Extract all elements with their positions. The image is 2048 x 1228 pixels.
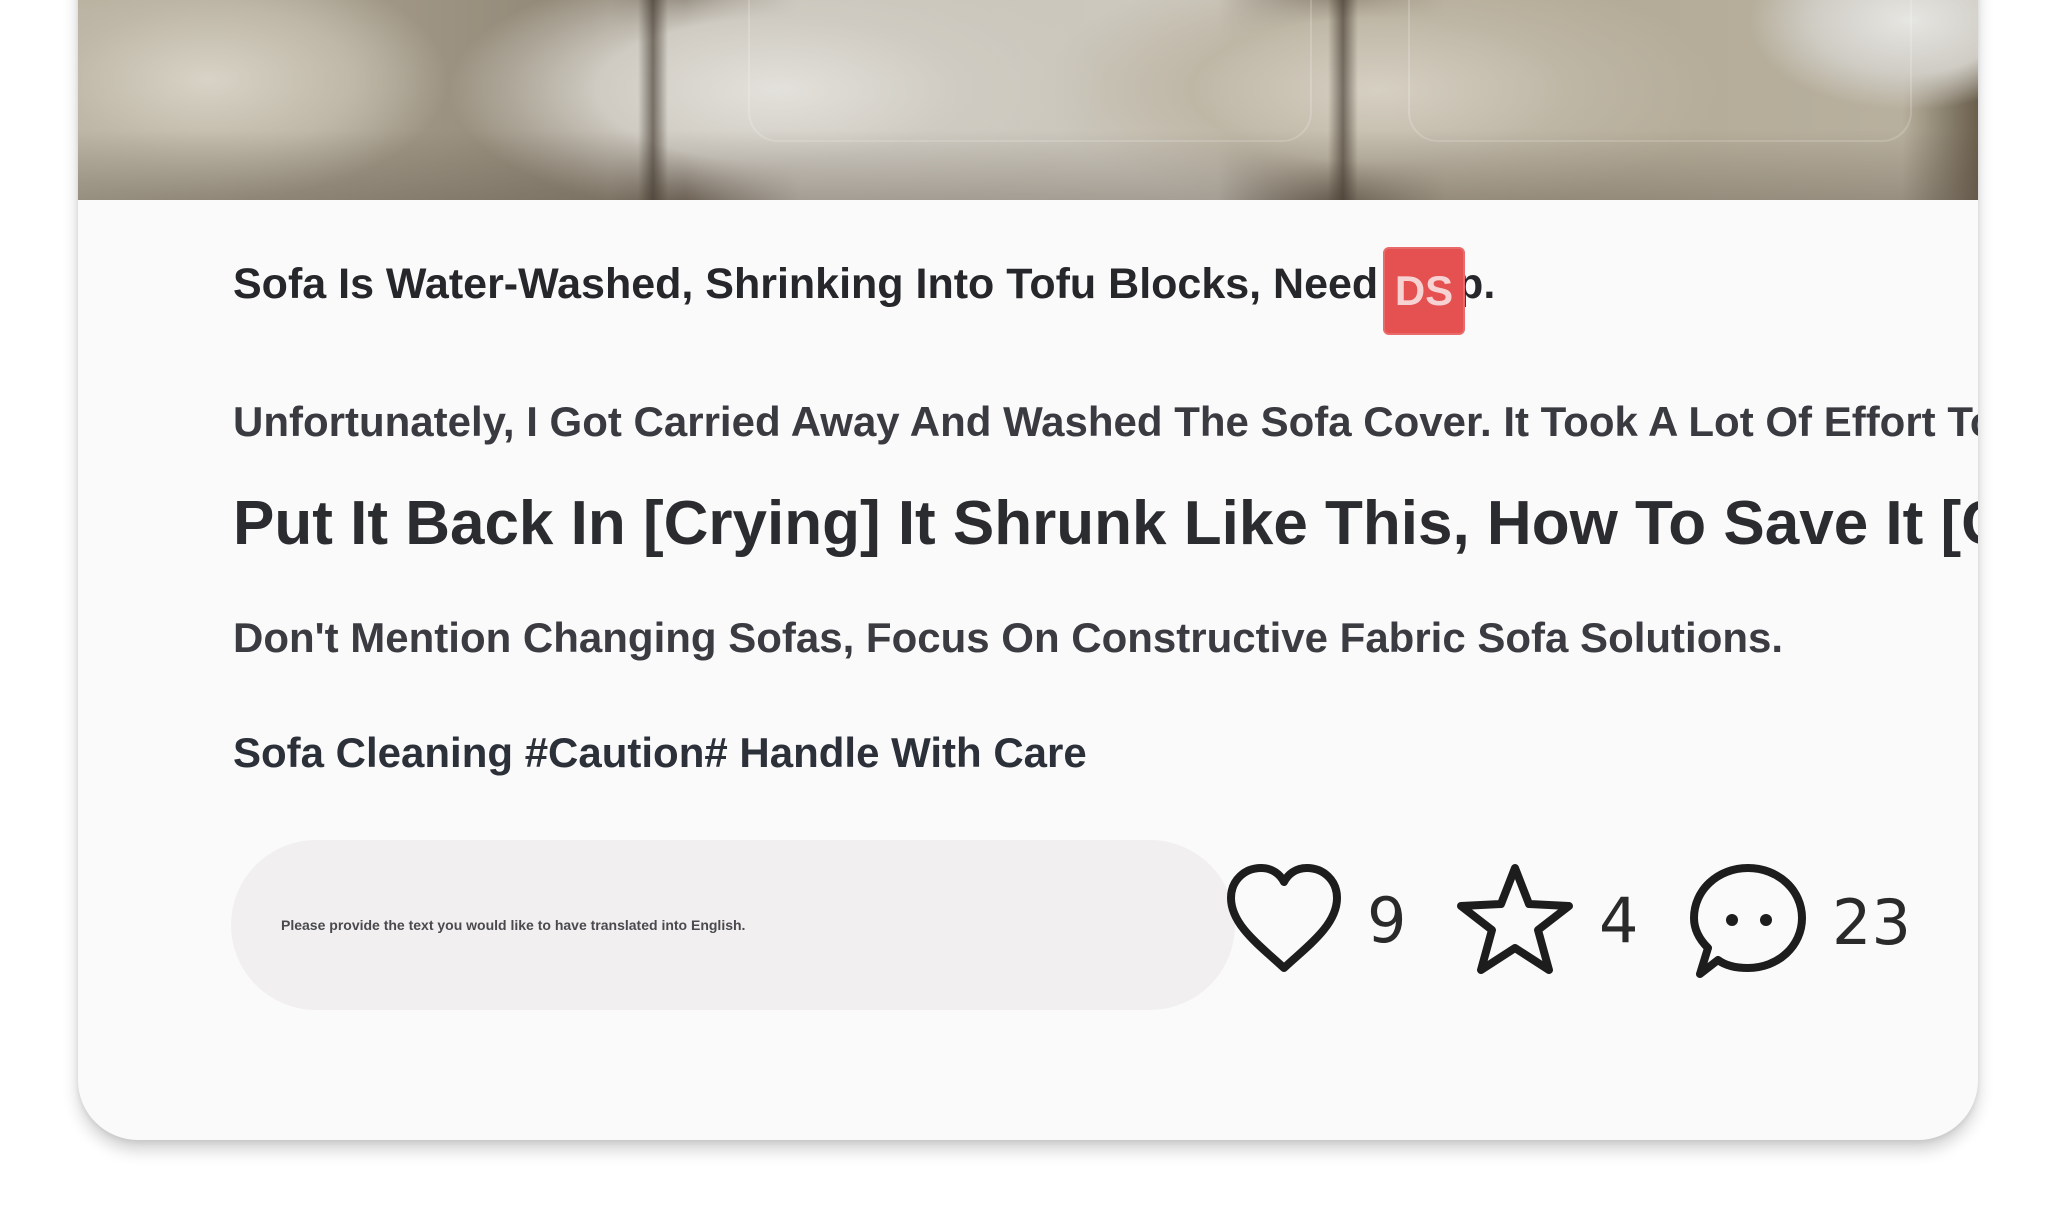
- post-body-line: Unfortunately, I Got Carried Away And Wa…: [233, 398, 1978, 445]
- star-icon: [1457, 864, 1573, 974]
- comment-input[interactable]: Please provide the text you would like t…: [231, 840, 1235, 1010]
- post-image[interactable]: [78, 0, 1978, 200]
- post-title: Sofa Is Water-Washed, Shrinking Into Tof…: [233, 260, 1496, 308]
- sofa-stitch: [1408, 0, 1912, 142]
- post-body-line: Don't Mention Changing Sofas, Focus On C…: [233, 614, 1784, 661]
- post-card: Sofa Is Water-Washed, Shrinking Into Tof…: [78, 0, 1978, 1140]
- comment-button[interactable]: 23: [1686, 860, 1911, 984]
- comment-icon: [1690, 864, 1806, 978]
- comment-placeholder: Please provide the text you would like t…: [281, 917, 746, 933]
- post-body-line: Put It Back In [Crying] It Shrunk Like T…: [233, 489, 1978, 558]
- heart-icon: [1227, 864, 1341, 972]
- sofa-stitch: [748, 0, 1312, 142]
- favorite-button[interactable]: 4: [1453, 860, 1638, 980]
- image-shade: [78, 130, 1978, 200]
- like-button[interactable]: 9: [1223, 860, 1406, 980]
- comment-count: 23: [1832, 885, 1911, 959]
- post-tags[interactable]: Sofa Cleaning #Caution# Handle With Care: [233, 729, 1087, 777]
- favorite-count: 4: [1599, 883, 1639, 957]
- like-count: 9: [1367, 883, 1407, 957]
- ds-badge: DS: [1383, 247, 1465, 335]
